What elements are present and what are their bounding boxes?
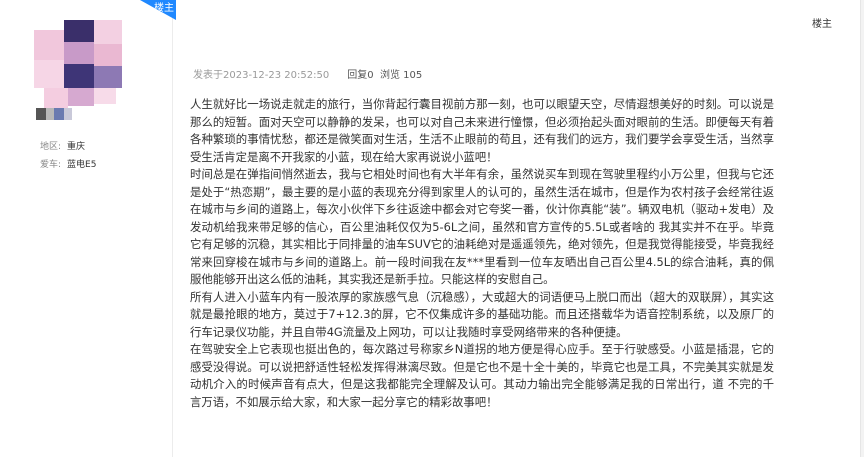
region-label: 地区: (40, 142, 62, 152)
car-label: 爱车: (40, 160, 62, 170)
floor-label[interactable]: 楼主 (812, 15, 832, 30)
region-value: 重庆 (67, 142, 86, 152)
post-body: 人生就好比一场说走就走的旅行，当你背起行囊目视前方那一刻，也可以眼望天空，尽情遐… (190, 96, 774, 411)
post-meta: 发表于2023-12-23 20:52:50 回复0 浏览 105 (193, 66, 422, 81)
paragraph: 在驾驶安全上它表现也挺出色的，每次路过号称家乡N道拐的地方便是得心应手。至于行驶… (190, 342, 774, 409)
view-count: 浏览 105 (379, 70, 423, 81)
avatar[interactable] (30, 16, 130, 116)
car-row: 爱车: 蓝电E5 (40, 157, 96, 170)
paragraph: 人生就好比一场说走就走的旅行，当你背起行囊目视前方那一刻，也可以眼望天空，尽情遐… (190, 97, 774, 164)
post-card: 地区: 重庆 爱车: 蓝电E5 楼主 楼主 发表于2023-12-23 20:52:… (0, 0, 861, 457)
car-value: 蓝电E5 (67, 160, 97, 170)
author-sidebar: 地区: 重庆 爱车: 蓝电E5 (0, 0, 173, 457)
reply-count: 回复0 (347, 70, 374, 81)
paragraph: 时间总是在弹指间悄然逝去，我与它相处时间也有大半年有余，虽然说买车到现在驾驶里程… (190, 167, 774, 286)
paragraph: 所有人进入小蓝车内有一股浓厚的家族感气息（沉稳感），大或超大的词语便马上脱口而出… (190, 289, 774, 339)
region-row: 地区: 重庆 (40, 139, 85, 152)
post-time: 发表于2023-12-23 20:52:50 (193, 70, 330, 81)
